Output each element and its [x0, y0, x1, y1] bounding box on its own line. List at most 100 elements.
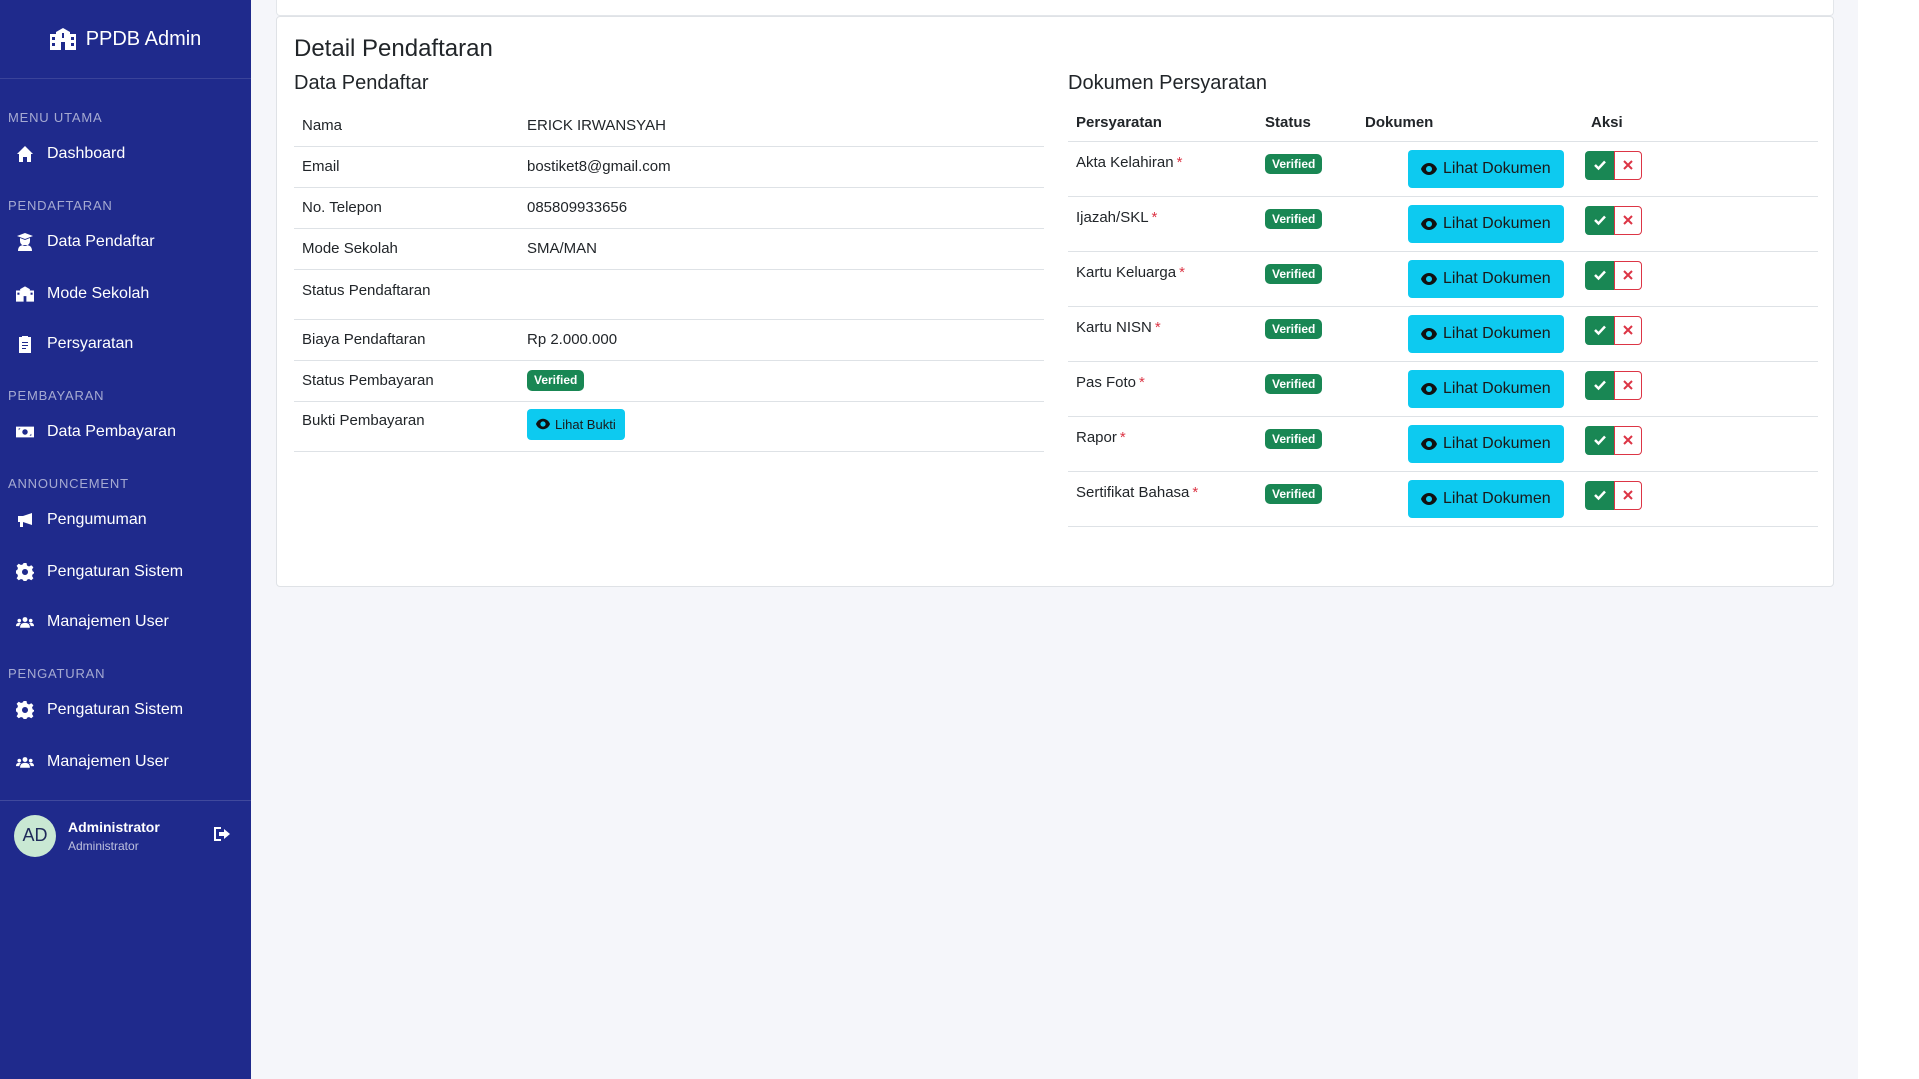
lihat-dokumen-button[interactable]: Lihat Dokumen: [1408, 424, 1564, 463]
row-value: Rp 2.000.000: [519, 319, 1044, 361]
school-icon: [15, 285, 35, 303]
button-label: Lihat Dokumen: [1443, 434, 1551, 452]
status-badge: Verified: [1265, 373, 1323, 394]
sidebar-item-label: Manajemen User: [47, 753, 169, 770]
status-cell: Verified: [1257, 306, 1357, 362]
sidebar-item-label: Persyaratan: [47, 335, 134, 352]
sidebar-item-manajemen-user-2[interactable]: Manajemen User: [0, 737, 251, 787]
required-mark: *: [1179, 263, 1185, 281]
requirement-cell: Kartu Keluarga *: [1068, 251, 1257, 307]
reject-button[interactable]: [1614, 315, 1642, 345]
column-header: Persyaratan: [1068, 105, 1257, 142]
row-value: SMA/MAN: [519, 228, 1044, 270]
aksi-cell: [1583, 196, 1818, 252]
required-mark: *: [1151, 208, 1158, 226]
button-label: Lihat Dokumen: [1443, 379, 1551, 397]
required-mark: *: [1192, 483, 1199, 501]
table-row: Akta Kelahiran * Verified Lihat Dokumen: [1068, 141, 1818, 197]
sidebar-item-data-pembayaran[interactable]: Data Pembayaran: [0, 405, 251, 459]
requirement-cell: Sertifikat Bahasa *: [1068, 471, 1257, 527]
button-label: Lihat Dokumen: [1443, 214, 1551, 232]
verify-button[interactable]: [1585, 205, 1614, 235]
section-title: PENGATURAN: [8, 665, 106, 681]
lihat-bukti-button[interactable]: Lihat Bukti: [527, 408, 625, 440]
gear-icon: [15, 563, 35, 581]
close-icon: [1623, 490, 1633, 500]
sidebar-item-pengaturan-sistem-2[interactable]: Pengaturan Sistem: [0, 683, 251, 737]
status-badge: Verified: [1265, 318, 1323, 339]
section-title: PENDAFTARAN: [8, 197, 113, 213]
sidebar-item-pengumuman[interactable]: Pengumuman: [0, 493, 251, 547]
requirement-name: Kartu Keluarga: [1076, 263, 1177, 281]
reject-button[interactable]: [1614, 425, 1642, 455]
pendaftar-title: Data Pendaftar: [294, 72, 429, 94]
verify-button[interactable]: [1585, 480, 1614, 510]
table-row: Status Pendaftaran: [294, 269, 1044, 320]
row-value: ERICK IRWANSYAH: [519, 105, 1044, 147]
status-badge: Verified: [1265, 483, 1323, 504]
sidebar-item-manajemen-user[interactable]: Manajemen User: [0, 597, 251, 647]
reject-button[interactable]: [1614, 260, 1642, 290]
eye-icon: [1421, 327, 1437, 340]
lihat-dokumen-button[interactable]: Lihat Dokumen: [1408, 314, 1564, 353]
verify-button[interactable]: [1585, 150, 1614, 180]
dokumen-title: Dokumen Persyaratan: [1068, 72, 1267, 94]
verify-button[interactable]: [1585, 260, 1614, 290]
user-name: Administrator: [68, 818, 160, 835]
lihat-dokumen-button[interactable]: Lihat Dokumen: [1408, 149, 1564, 188]
lihat-dokumen-button[interactable]: Lihat Dokumen: [1408, 369, 1564, 408]
user-graduate-icon: [15, 233, 35, 251]
requirement-name: Sertifikat Bahasa: [1076, 483, 1190, 501]
requirement-name: Ijazah/SKL: [1076, 208, 1149, 226]
eye-icon: [1421, 437, 1437, 450]
row-label: Mode Sekolah: [294, 228, 519, 270]
table-header-row: Persyaratan Status Dokumen Aksi: [1068, 105, 1818, 142]
sidebar-item-pengaturan-sistem[interactable]: Pengaturan Sistem: [0, 547, 251, 597]
requirement-cell: Akta Kelahiran *: [1068, 141, 1257, 197]
check-icon: [1593, 435, 1606, 446]
check-icon: [1593, 215, 1606, 226]
column-header: Dokumen: [1357, 105, 1583, 142]
eye-icon: [536, 418, 550, 430]
reject-button[interactable]: [1614, 150, 1642, 180]
logout-button[interactable]: [213, 825, 235, 847]
sidebar-item-dashboard[interactable]: Dashboard: [0, 127, 251, 181]
required-mark: *: [1176, 153, 1183, 171]
reject-button[interactable]: [1614, 370, 1642, 400]
row-value: Lihat Bukti: [519, 401, 1044, 452]
lihat-dokumen-button[interactable]: Lihat Dokumen: [1408, 479, 1564, 518]
verify-button[interactable]: [1585, 315, 1614, 345]
verify-button[interactable]: [1585, 425, 1614, 455]
reject-button[interactable]: [1614, 480, 1642, 510]
lihat-dokumen-button[interactable]: Lihat Dokumen: [1408, 259, 1564, 298]
top-strip: [276, 0, 1834, 16]
reject-button[interactable]: [1614, 205, 1642, 235]
table-row: Status Pembayaran Verified: [294, 360, 1044, 402]
requirement-name: Rapor: [1076, 428, 1117, 446]
users-icon: [15, 613, 35, 631]
eye-icon: [1421, 272, 1437, 285]
row-label: Email: [294, 146, 519, 188]
close-icon: [1623, 270, 1633, 280]
verify-button[interactable]: [1585, 370, 1614, 400]
status-cell: Verified: [1257, 141, 1357, 197]
lihat-dokumen-button[interactable]: Lihat Dokumen: [1408, 204, 1564, 243]
table-row: Kartu Keluarga * Verified Lihat Dokumen: [1068, 251, 1818, 307]
button-label: Lihat Dokumen: [1443, 489, 1551, 507]
sidebar-item-label: Data Pembayaran: [47, 423, 176, 440]
sidebar-item-mode-sekolah[interactable]: Mode Sekolah: [0, 269, 251, 319]
sidebar-item-data-pendaftar[interactable]: Data Pendaftar: [0, 215, 251, 269]
sidebar-item-persyaratan[interactable]: Persyaratan: [0, 319, 251, 369]
eye-icon: [1421, 382, 1437, 395]
page-margin: [1858, 0, 1919, 1079]
sidebar-item-label: Pengaturan Sistem: [47, 563, 184, 580]
sidebar-item-label: Dashboard: [47, 145, 126, 162]
document-cell: Lihat Dokumen: [1357, 471, 1583, 527]
brand[interactable]: PPDB Admin: [0, 0, 251, 79]
page-title: Detail Pendaftaran: [294, 35, 493, 62]
section-title: ANNOUNCEMENT: [8, 475, 129, 491]
table-row: Ijazah/SKL * Verified Lihat Dokumen: [1068, 196, 1818, 252]
table-row: Sertifikat Bahasa * Verified Lihat Dokume…: [1068, 471, 1818, 527]
check-icon: [1593, 270, 1606, 281]
logout-icon: [214, 826, 230, 841]
